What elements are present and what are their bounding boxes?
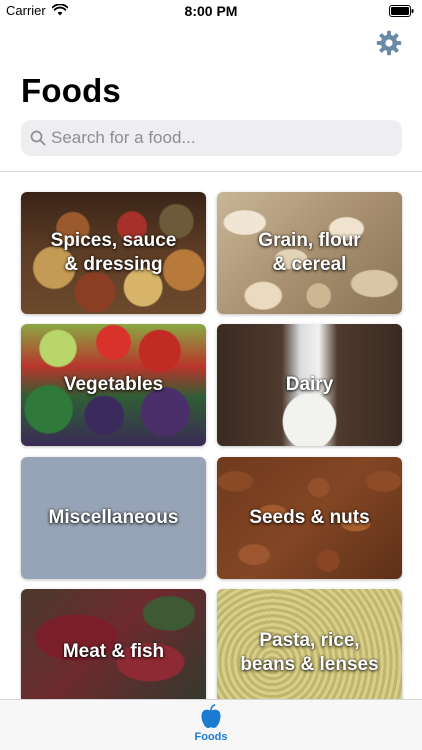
search-input[interactable]: [51, 120, 391, 156]
category-tile-meat[interactable]: Meat & fish: [21, 589, 206, 711]
category-label: Meat & fish: [62, 641, 165, 662]
category-tile-vegetables[interactable]: Vegetables: [21, 324, 206, 446]
divider: [0, 171, 422, 172]
category-label: Miscellaneous: [48, 507, 179, 528]
tab-bar: Foods: [0, 699, 422, 750]
category-tile-pasta[interactable]: Pasta, rice, beans & lenses: [217, 589, 402, 711]
tab-foods[interactable]: Foods: [186, 704, 236, 748]
category-tile-dairy[interactable]: Dairy: [217, 324, 402, 446]
search-icon: [30, 130, 46, 146]
category-tile-seeds[interactable]: Seeds & nuts: [217, 457, 402, 579]
category-label: Dairy: [285, 374, 334, 395]
category-tile-miscellaneous[interactable]: Miscellaneous: [21, 457, 206, 579]
settings-button[interactable]: [376, 30, 402, 56]
category-tile-grain[interactable]: Grain, flour & cereal: [217, 192, 402, 314]
clock: 8:00 PM: [184, 3, 238, 19]
status-bar: Carrier 8:00 PM: [0, 0, 422, 24]
category-label: Grain, flour & cereal: [258, 230, 361, 275]
category-label: Pasta, rice, beans & lenses: [240, 630, 379, 675]
battery-icon: [389, 5, 414, 17]
apple-icon: [201, 704, 221, 728]
tab-label-foods: Foods: [194, 731, 228, 743]
category-label: Vegetables: [63, 374, 164, 395]
category-label: Seeds & nuts: [249, 507, 370, 528]
gear-icon: [376, 30, 402, 56]
screen: Carrier 8:00 PM Foods Search for a food.…: [0, 0, 422, 750]
search-bar[interactable]: [21, 120, 402, 156]
page-title: Foods: [21, 72, 121, 109]
category-label: Spices, sauce & dressing: [50, 230, 177, 275]
category-tile-spices[interactable]: Spices, sauce & dressing: [21, 192, 206, 314]
